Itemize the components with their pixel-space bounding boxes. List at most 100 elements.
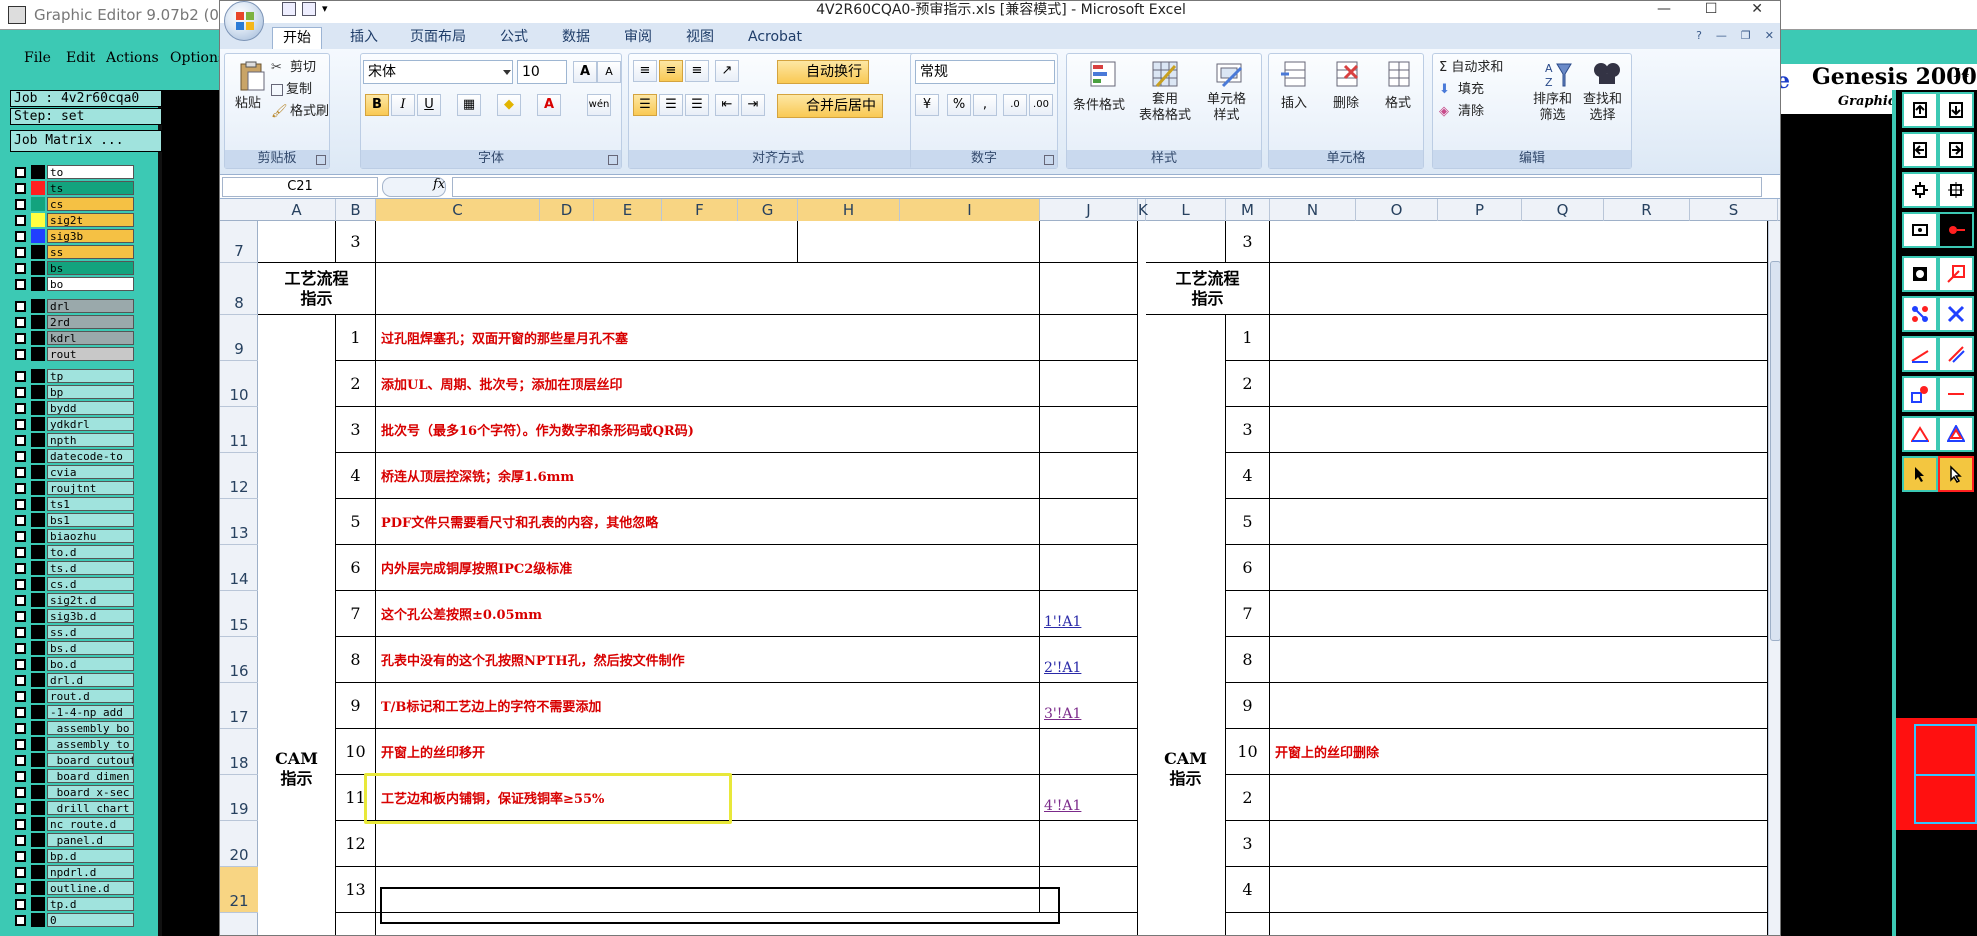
- cell-m22[interactable]: [1226, 913, 1270, 935]
- cell-j7[interactable]: [1040, 221, 1138, 263]
- layer-row[interactable]: 2rd: [10, 314, 134, 330]
- align-center-button[interactable]: ☰: [659, 94, 683, 116]
- layer-name[interactable]: ss: [47, 245, 134, 259]
- hyperlink-cell[interactable]: [1040, 499, 1138, 545]
- column-header[interactable]: B: [336, 199, 376, 221]
- layer-row[interactable]: cvia: [10, 464, 134, 480]
- item-number-left[interactable]: 3: [336, 407, 376, 453]
- insert-cells-button[interactable]: 插入: [1281, 92, 1307, 111]
- process-label-left[interactable]: 工艺流程 指示: [258, 263, 376, 315]
- layer-row[interactable]: _board_x-sec: [10, 784, 134, 800]
- layer-name[interactable]: cs: [47, 197, 134, 211]
- instruction-right[interactable]: [1270, 775, 1768, 821]
- layer-name[interactable]: bp.d: [47, 849, 134, 863]
- percent-button[interactable]: %: [947, 94, 971, 116]
- clipboard-launcher-icon[interactable]: [316, 155, 326, 165]
- layer-name[interactable]: ydkdrl: [47, 417, 134, 431]
- layer-row[interactable]: sig2t: [10, 212, 134, 228]
- hyperlink-cell[interactable]: 1'!A1: [1040, 591, 1138, 637]
- layer-row[interactable]: nc_route.d: [10, 816, 134, 832]
- layer-checkbox[interactable]: [15, 754, 26, 766]
- number-format-select[interactable]: 常规: [915, 60, 1055, 84]
- column-header[interactable]: F: [662, 199, 738, 221]
- column-header[interactable]: I: [900, 199, 1040, 221]
- layer-checkbox[interactable]: [15, 514, 26, 526]
- instruction-right[interactable]: [1270, 683, 1768, 729]
- column-header[interactable]: H: [798, 199, 900, 221]
- layer-row[interactable]: sig3b.d: [10, 608, 134, 624]
- layer-checkbox[interactable]: [15, 562, 26, 574]
- layer-row[interactable]: rout.d: [10, 688, 134, 704]
- format-painter-button[interactable]: 🖌 格式刷: [271, 100, 329, 120]
- copy-button[interactable]: 复制: [271, 78, 312, 97]
- minimize-icon[interactable]: —: [1657, 1, 1671, 19]
- ribbon-minimize-icon[interactable]: —: [1716, 29, 1727, 42]
- column-header[interactable]: N: [1270, 199, 1356, 221]
- find-select-button[interactable]: 查找和 选择: [1583, 92, 1622, 124]
- layer-checkbox[interactable]: [15, 348, 26, 360]
- instruction-right[interactable]: [1270, 867, 1768, 913]
- process-label-right[interactable]: 工艺流程 指示: [1146, 263, 1270, 315]
- layer-name[interactable]: _board_x-sec: [47, 785, 134, 799]
- layer-checkbox[interactable]: [15, 182, 26, 194]
- instruction-right[interactable]: [1270, 453, 1768, 499]
- instruction-left[interactable]: 孔表中没有的这个孔按照NPTH孔，然后按文件制作: [376, 637, 1040, 683]
- instruction-left[interactable]: [376, 821, 1040, 867]
- instruction-left[interactable]: 过孔阻焊塞孔；双面开窗的那些星月孔不塞: [376, 315, 1040, 361]
- layer-row[interactable]: bs1: [10, 512, 134, 528]
- instruction-right[interactable]: [1270, 499, 1768, 545]
- item-number-left[interactable]: 5: [336, 499, 376, 545]
- layer-row[interactable]: bydd: [10, 400, 134, 416]
- instruction-left[interactable]: 桥连从顶层控深铣；余厚1.6mm: [376, 453, 1040, 499]
- increase-decimal-button[interactable]: .0: [1003, 94, 1027, 116]
- layer-checkbox[interactable]: [15, 658, 26, 670]
- instruction-right[interactable]: [1270, 361, 1768, 407]
- layer-checkbox[interactable]: [15, 802, 26, 814]
- instruction-right[interactable]: 开窗上的丝印删除: [1270, 729, 1768, 775]
- item-number-right[interactable]: 6: [1226, 545, 1270, 591]
- column-header[interactable]: R: [1604, 199, 1690, 221]
- cell-n8[interactable]: [1270, 263, 1768, 315]
- layer-name[interactable]: tp: [47, 369, 134, 383]
- layer-row[interactable]: _drill_chart: [10, 800, 134, 816]
- layer-row[interactable]: tp.d: [10, 896, 134, 912]
- layer-name[interactable]: ss.d: [47, 625, 134, 639]
- instruction-right[interactable]: [1270, 545, 1768, 591]
- layer-row[interactable]: bo: [10, 276, 134, 292]
- maximize-icon[interactable]: ☐: [1705, 1, 1718, 19]
- layer-row[interactable]: rout: [10, 346, 134, 362]
- font-launcher-icon[interactable]: [608, 155, 618, 165]
- layer-name[interactable]: _assembly_to: [47, 737, 134, 751]
- column-header[interactable]: O: [1356, 199, 1438, 221]
- layer-checkbox[interactable]: [15, 786, 26, 798]
- layer-checkbox[interactable]: [15, 434, 26, 446]
- layer-row[interactable]: npth: [10, 432, 134, 448]
- bold-button[interactable]: B: [365, 94, 389, 116]
- layer-row[interactable]: _assembly_to: [10, 736, 134, 752]
- instruction-left[interactable]: 添加UL、周期、批次号；添加在顶层丝印: [376, 361, 1040, 407]
- help-icon[interactable]: ?: [1696, 29, 1702, 42]
- item-number-left[interactable]: 8: [336, 637, 376, 683]
- column-header[interactable]: L: [1146, 199, 1226, 221]
- layer-name[interactable]: cvia: [47, 465, 134, 479]
- instruction-left[interactable]: 这个孔公差按照±0.05mm: [376, 591, 1040, 637]
- layer-name[interactable]: _drill_chart: [47, 801, 134, 815]
- instruction-right[interactable]: [1270, 821, 1768, 867]
- instruction-right[interactable]: [1270, 315, 1768, 361]
- cell-n22[interactable]: [1270, 913, 1768, 935]
- layer-checkbox[interactable]: [15, 738, 26, 750]
- item-number-right[interactable]: 9: [1226, 683, 1270, 729]
- layer-name[interactable]: 0: [47, 913, 134, 927]
- item-number-right[interactable]: 7: [1226, 591, 1270, 637]
- row-header[interactable]: 19: [220, 775, 258, 821]
- close-icon[interactable]: ✕: [1751, 1, 1763, 19]
- row-header[interactable]: 14: [220, 545, 258, 591]
- instruction-left[interactable]: 开窗上的丝印移开: [376, 729, 1040, 775]
- layer-row[interactable]: bs: [10, 260, 134, 276]
- layer-name[interactable]: npth: [47, 433, 134, 447]
- column-header[interactable]: S: [1690, 199, 1778, 221]
- layer-row[interactable]: cs.d: [10, 576, 134, 592]
- tab-home[interactable]: 开始: [272, 27, 322, 49]
- tab-page-layout[interactable]: 页面布局: [400, 27, 476, 49]
- row-header[interactable]: 9: [220, 315, 258, 361]
